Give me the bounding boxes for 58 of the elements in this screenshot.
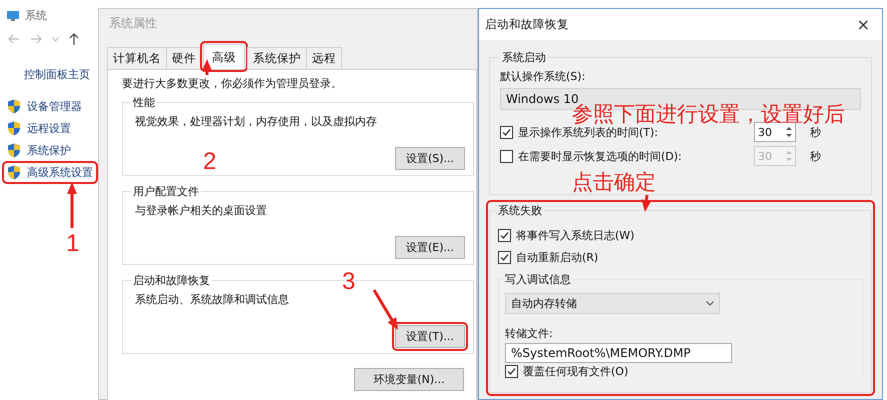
window-title: 系统 [25, 8, 47, 23]
unit-label: 秒 [810, 124, 821, 140]
sidebar-item[interactable]: 设备管理器 [5, 98, 84, 115]
input-field[interactable]: %SystemRoot%\MEMORY.DMP [505, 343, 732, 363]
checkbox[interactable] [498, 228, 511, 242]
step-number: 1 [66, 230, 80, 258]
annotation-text: 点击确定 [572, 169, 656, 196]
sidebar-link[interactable]: 控制面板主页 [24, 67, 100, 82]
unit-label: 秒 [810, 148, 821, 164]
environment-button[interactable]: 环境变量(N)... [354, 368, 464, 391]
checkbox-label: 显示操作系统列表的时间(T): [518, 124, 658, 140]
checkbox-label: 将事件写入系统日志(W) [516, 228, 634, 242]
computer-icon [6, 10, 20, 22]
group-title: 系统启动 [501, 50, 547, 65]
dump-type-dropdown[interactable]: 自动内存转储 [505, 293, 720, 314]
checkbox-label: 覆盖任何现有文件(O) [523, 364, 628, 378]
shield-icon [7, 143, 21, 158]
checkbox[interactable] [500, 126, 513, 138]
settings-button[interactable]: 设置(S)... [395, 147, 465, 170]
group-title: 系统失败 [497, 203, 543, 218]
notice-text: 要进行大多数更改，你必须作为管理员登录。 [122, 76, 343, 91]
spin-box[interactable]: 30 [754, 122, 796, 142]
shield-icon [7, 165, 21, 180]
checkbox[interactable] [498, 250, 511, 264]
up-icon[interactable] [69, 33, 79, 45]
window-title: 启动和故障恢复 [485, 17, 569, 32]
sidebar-item[interactable]: 远程设置 [5, 120, 73, 137]
tab[interactable]: 高级 [203, 44, 245, 69]
group-description: 与登录帐户相关的桌面设置 [134, 203, 268, 218]
settings-button[interactable]: 设置(T)... [395, 325, 465, 348]
step-number: 3 [342, 268, 356, 296]
close-button[interactable]: × [852, 15, 874, 34]
tab[interactable]: 远程 [306, 47, 342, 69]
field-label: 转储文件: [505, 326, 554, 341]
group-description: 系统启动、系统故障和调试信息 [134, 292, 290, 307]
group-title: 性能 [132, 95, 156, 110]
group-title: 启动和故障恢复 [132, 273, 211, 288]
group-title: 用户配置文件 [132, 184, 200, 199]
shield-icon [7, 121, 21, 136]
annotation-arrow [641, 194, 652, 212]
annotation-arrow [67, 182, 77, 228]
shield-icon [7, 99, 21, 114]
annotation-arrow [372, 289, 398, 330]
window-title: 系统属性 [108, 15, 158, 32]
sidebar-item[interactable]: 系统保护 [5, 142, 73, 159]
checkbox-label: 在需要时显示恢复选项的时间(D): [518, 148, 682, 164]
group-description: 视觉效果，处理器计划，内存使用，以及虚拟内存 [134, 114, 378, 129]
tab[interactable]: 系统保护 [247, 47, 307, 69]
field-label: 默认操作系统(S): [500, 69, 586, 84]
annotation-arrow [202, 59, 212, 75]
settings-button[interactable]: 设置(E)... [395, 236, 465, 259]
sidebar-item[interactable]: 高级系统设置 [5, 164, 95, 181]
step-number: 2 [203, 148, 216, 176]
tab[interactable]: 计算机名 [107, 47, 167, 69]
group-title: 写入调试信息 [504, 272, 572, 287]
chevron-icon [706, 301, 714, 306]
checkbox[interactable] [505, 364, 518, 378]
checkbox-label: 自动重新启动(R) [516, 250, 598, 264]
